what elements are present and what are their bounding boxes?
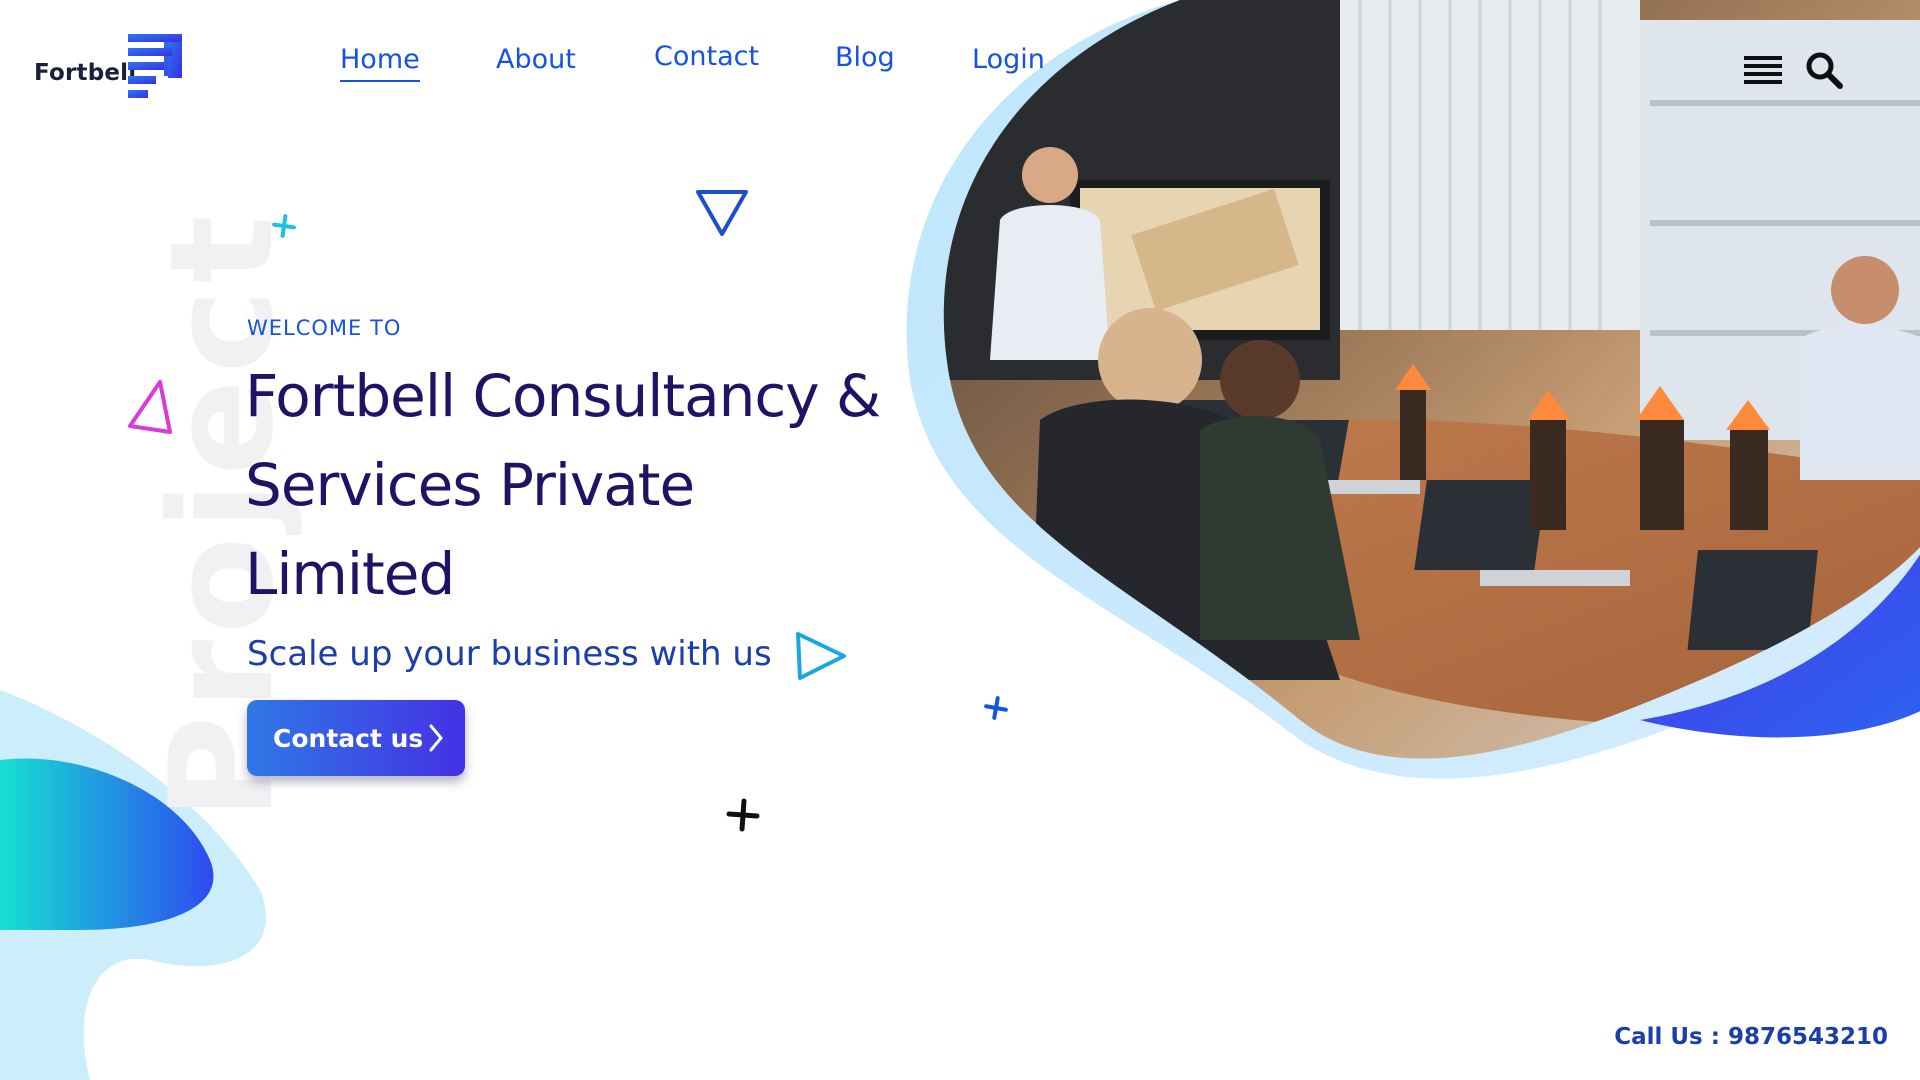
search-icon[interactable]: [1804, 50, 1844, 90]
triangle-right-icon: [796, 632, 846, 680]
plus-cyan-icon: [272, 214, 296, 238]
main-nav: Home About Contact Blog Login: [0, 0, 1100, 120]
plus-black-icon: [726, 798, 760, 832]
nav-home[interactable]: Home: [340, 44, 420, 82]
triangle-left-pink-icon: [128, 380, 172, 434]
hero-photo-blob: [906, 0, 1920, 779]
contact-us-label: Contact us: [273, 723, 424, 753]
chevron-right-icon: [429, 724, 443, 752]
hamburger-menu-icon[interactable]: [1744, 56, 1782, 90]
nav-about[interactable]: About: [496, 44, 576, 75]
nav-blog[interactable]: Blog: [835, 42, 895, 73]
plus-blue-icon: [984, 696, 1008, 720]
hero-tagline: Scale up your business with us: [247, 634, 772, 674]
triangle-down-icon: [696, 190, 748, 236]
hero-title: Fortbell Consultancy & Services Private …: [245, 362, 881, 608]
contact-us-button[interactable]: Contact us: [247, 700, 465, 776]
nav-login[interactable]: Login: [972, 44, 1045, 75]
call-us-text[interactable]: Call Us : 9876543210: [1614, 1024, 1888, 1050]
nav-contact[interactable]: Contact: [654, 41, 759, 72]
welcome-label: WELCOME TO: [247, 316, 402, 340]
